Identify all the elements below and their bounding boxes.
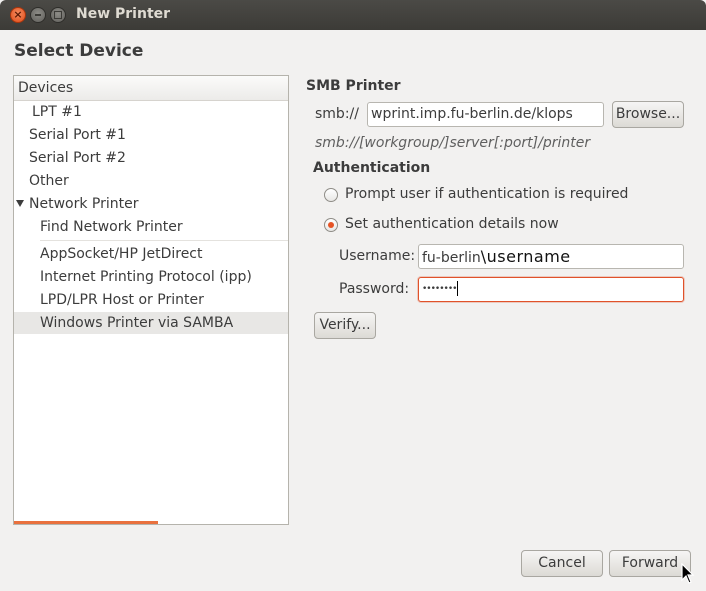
verify-button[interactable]: Verify...	[314, 312, 376, 339]
page-title: Select Device	[14, 41, 144, 61]
close-icon: ×	[13, 8, 23, 21]
cancel-button[interactable]: Cancel	[521, 550, 603, 577]
device-item-ipp[interactable]: Internet Printing Protocol (ipp)	[40, 266, 252, 288]
username-domain: fu-berlin	[422, 250, 481, 266]
device-item-find-network[interactable]: Find Network Printer	[40, 216, 183, 238]
prompt-auth-radio[interactable]	[324, 188, 338, 202]
window-maximize-button[interactable]	[50, 7, 66, 23]
smb-uri-input[interactable]: wprint.imp.fu-berlin.de/klops	[367, 102, 604, 127]
mouse-pointer-icon	[681, 563, 695, 584]
title-bar: × New Printer	[0, 0, 706, 30]
device-item-lpd[interactable]: LPD/LPR Host or Printer	[40, 289, 204, 311]
maximize-icon	[51, 8, 65, 22]
smb-prefix-label: smb://	[315, 106, 359, 122]
minimize-icon	[31, 8, 45, 22]
device-item-serial2[interactable]: Serial Port #2	[29, 147, 126, 169]
device-list-header[interactable]: Devices	[14, 76, 288, 101]
prompt-auth-label[interactable]: Prompt user if authentication is require…	[345, 186, 628, 202]
scan-progress-bar	[14, 521, 158, 524]
device-item-network-printer[interactable]: Network Printer	[29, 193, 138, 215]
smb-uri-hint: smb://[workgroup/]server[:port]/printer	[315, 135, 591, 151]
set-auth-label[interactable]: Set authentication details now	[345, 216, 559, 232]
password-mask: ••••••••	[422, 284, 457, 294]
auth-section-title: Authentication	[313, 160, 431, 176]
text-caret	[457, 281, 459, 296]
username-value: username	[486, 247, 571, 266]
device-item-other[interactable]: Other	[29, 170, 69, 192]
list-separator	[40, 240, 288, 241]
browse-button[interactable]: Browse...	[612, 101, 684, 128]
device-item-appsocket[interactable]: AppSocket/HP JetDirect	[40, 243, 203, 265]
device-item-lpt1[interactable]: LPT #1	[32, 101, 82, 123]
password-label: Password:	[339, 281, 410, 297]
forward-button[interactable]: Forward	[609, 550, 691, 577]
username-label: Username:	[339, 248, 416, 264]
window-title: New Printer	[76, 6, 171, 22]
expander-down-icon[interactable]	[16, 200, 24, 207]
password-input[interactable]: ••••••••	[418, 277, 684, 302]
window-minimize-button[interactable]	[30, 7, 46, 23]
username-input[interactable]: fu-berlin\username	[418, 244, 684, 269]
smb-section-title: SMB Printer	[306, 78, 401, 94]
device-item-serial1[interactable]: Serial Port #1	[29, 124, 126, 146]
set-auth-radio[interactable]	[324, 218, 338, 232]
device-item-samba[interactable]: Windows Printer via SAMBA	[14, 312, 288, 334]
device-list[interactable]: Devices LPT #1 Serial Port #1 Serial Por…	[13, 75, 289, 525]
window-close-button[interactable]: ×	[10, 7, 26, 23]
